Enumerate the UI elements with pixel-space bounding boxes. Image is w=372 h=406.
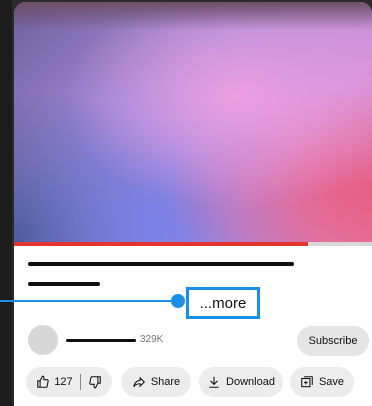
video-progress-fill <box>14 242 308 246</box>
thumbs-down-icon[interactable] <box>88 375 102 389</box>
like-dislike-button[interactable]: 127 <box>26 367 112 397</box>
video-title-redacted-line-1 <box>28 262 294 266</box>
like-button[interactable]: 127 <box>36 375 73 389</box>
like-divider <box>79 374 81 390</box>
thumbs-up-icon <box>37 375 49 388</box>
video-title-redacted-line-2 <box>28 282 100 286</box>
video-player[interactable] <box>14 2 372 242</box>
subscriber-count: 329K <box>140 334 164 345</box>
video-top-shade <box>14 2 372 30</box>
channel-name-redacted[interactable] <box>66 339 136 342</box>
save-label: Save <box>318 376 345 388</box>
save-playlist-icon <box>301 376 313 388</box>
page-edge <box>0 0 12 406</box>
more-button[interactable]: ...more <box>186 287 260 319</box>
video-progress-bar[interactable] <box>14 242 372 246</box>
channel-avatar[interactable] <box>28 325 58 355</box>
download-button[interactable]: Download <box>199 367 283 397</box>
share-button[interactable]: Share <box>121 367 191 397</box>
callout-dot <box>171 294 185 308</box>
download-label: Download <box>226 376 275 388</box>
save-button[interactable]: Save <box>290 367 354 397</box>
like-count: 127 <box>54 376 73 388</box>
share-label: Share <box>150 376 181 388</box>
video-card: 329K Subscribe 127 Share Download Save <box>14 2 372 406</box>
callout-line <box>0 300 176 302</box>
subscribe-button[interactable]: Subscribe <box>297 326 369 356</box>
download-icon <box>209 376 219 388</box>
share-arrow-icon <box>133 376 145 388</box>
more-label: ...more <box>199 294 247 312</box>
